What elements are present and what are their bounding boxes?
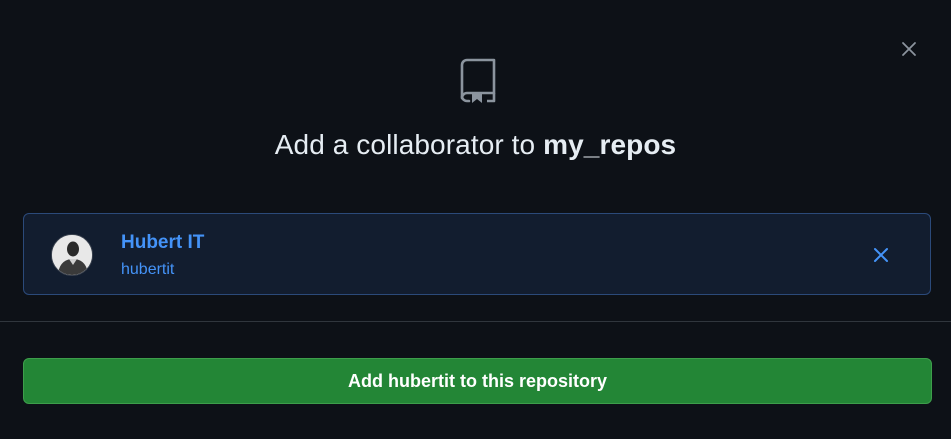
close-dialog-button[interactable] <box>898 38 920 60</box>
add-collaborator-button[interactable]: Add hubertit to this repository <box>23 358 932 404</box>
avatar <box>51 234 93 276</box>
close-icon <box>902 42 916 56</box>
dialog-title: Add a collaborator to my_repos <box>0 126 951 164</box>
selected-user-card: Hubert IT hubertit <box>23 213 931 295</box>
add-collaborator-dialog: Add a collaborator to my_repos Hubert IT… <box>0 0 951 439</box>
close-icon <box>874 248 888 262</box>
repo-icon <box>460 58 496 103</box>
remove-user-button[interactable] <box>871 245 891 265</box>
repo-name: my_repos <box>543 129 677 160</box>
avatar-image <box>52 235 92 275</box>
dialog-title-prefix: Add a collaborator to <box>274 129 536 160</box>
user-name[interactable]: Hubert IT <box>121 231 204 255</box>
user-login[interactable]: hubertit <box>121 260 174 280</box>
divider <box>0 321 951 322</box>
